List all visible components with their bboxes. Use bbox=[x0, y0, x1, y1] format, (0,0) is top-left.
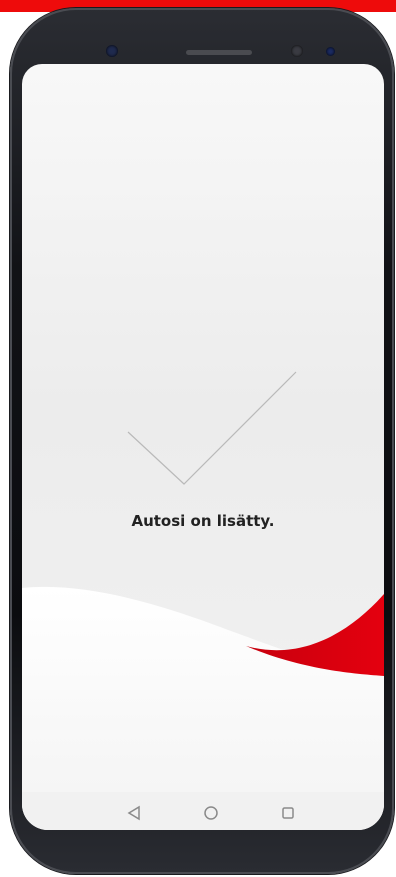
checkmark-icon bbox=[127, 371, 297, 485]
android-nav-bar bbox=[22, 792, 384, 830]
iris-sensor-icon bbox=[326, 47, 335, 56]
success-message: Autosi on lisätty. bbox=[131, 512, 275, 530]
front-camera-icon bbox=[291, 45, 303, 57]
back-button[interactable] bbox=[123, 802, 145, 824]
back-triangle-icon bbox=[127, 805, 140, 821]
recents-square-icon bbox=[282, 807, 294, 819]
recents-button[interactable] bbox=[277, 802, 299, 824]
earpiece-speaker bbox=[186, 50, 252, 55]
phone-screen: Autosi on lisätty. bbox=[22, 64, 384, 830]
home-circle-icon bbox=[204, 806, 218, 820]
front-sensor-icon bbox=[106, 45, 118, 57]
home-button[interactable] bbox=[200, 802, 222, 824]
